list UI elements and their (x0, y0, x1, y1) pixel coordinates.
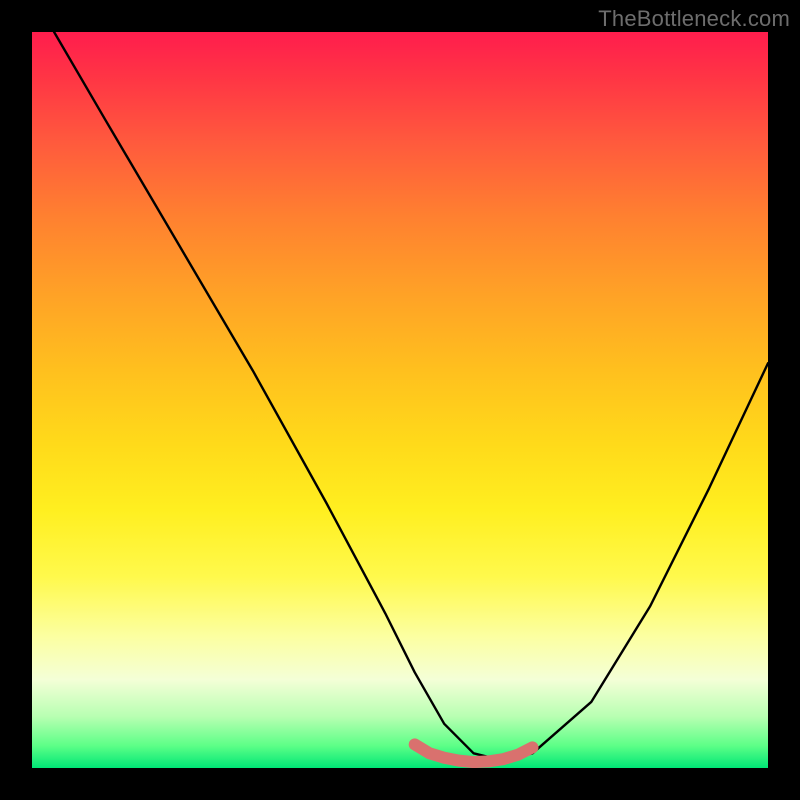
curve-path (54, 32, 768, 761)
chart-overlay (32, 32, 768, 768)
plot-area (32, 32, 768, 768)
watermark-text: TheBottleneck.com (598, 6, 790, 32)
chart-frame: TheBottleneck.com (0, 0, 800, 800)
